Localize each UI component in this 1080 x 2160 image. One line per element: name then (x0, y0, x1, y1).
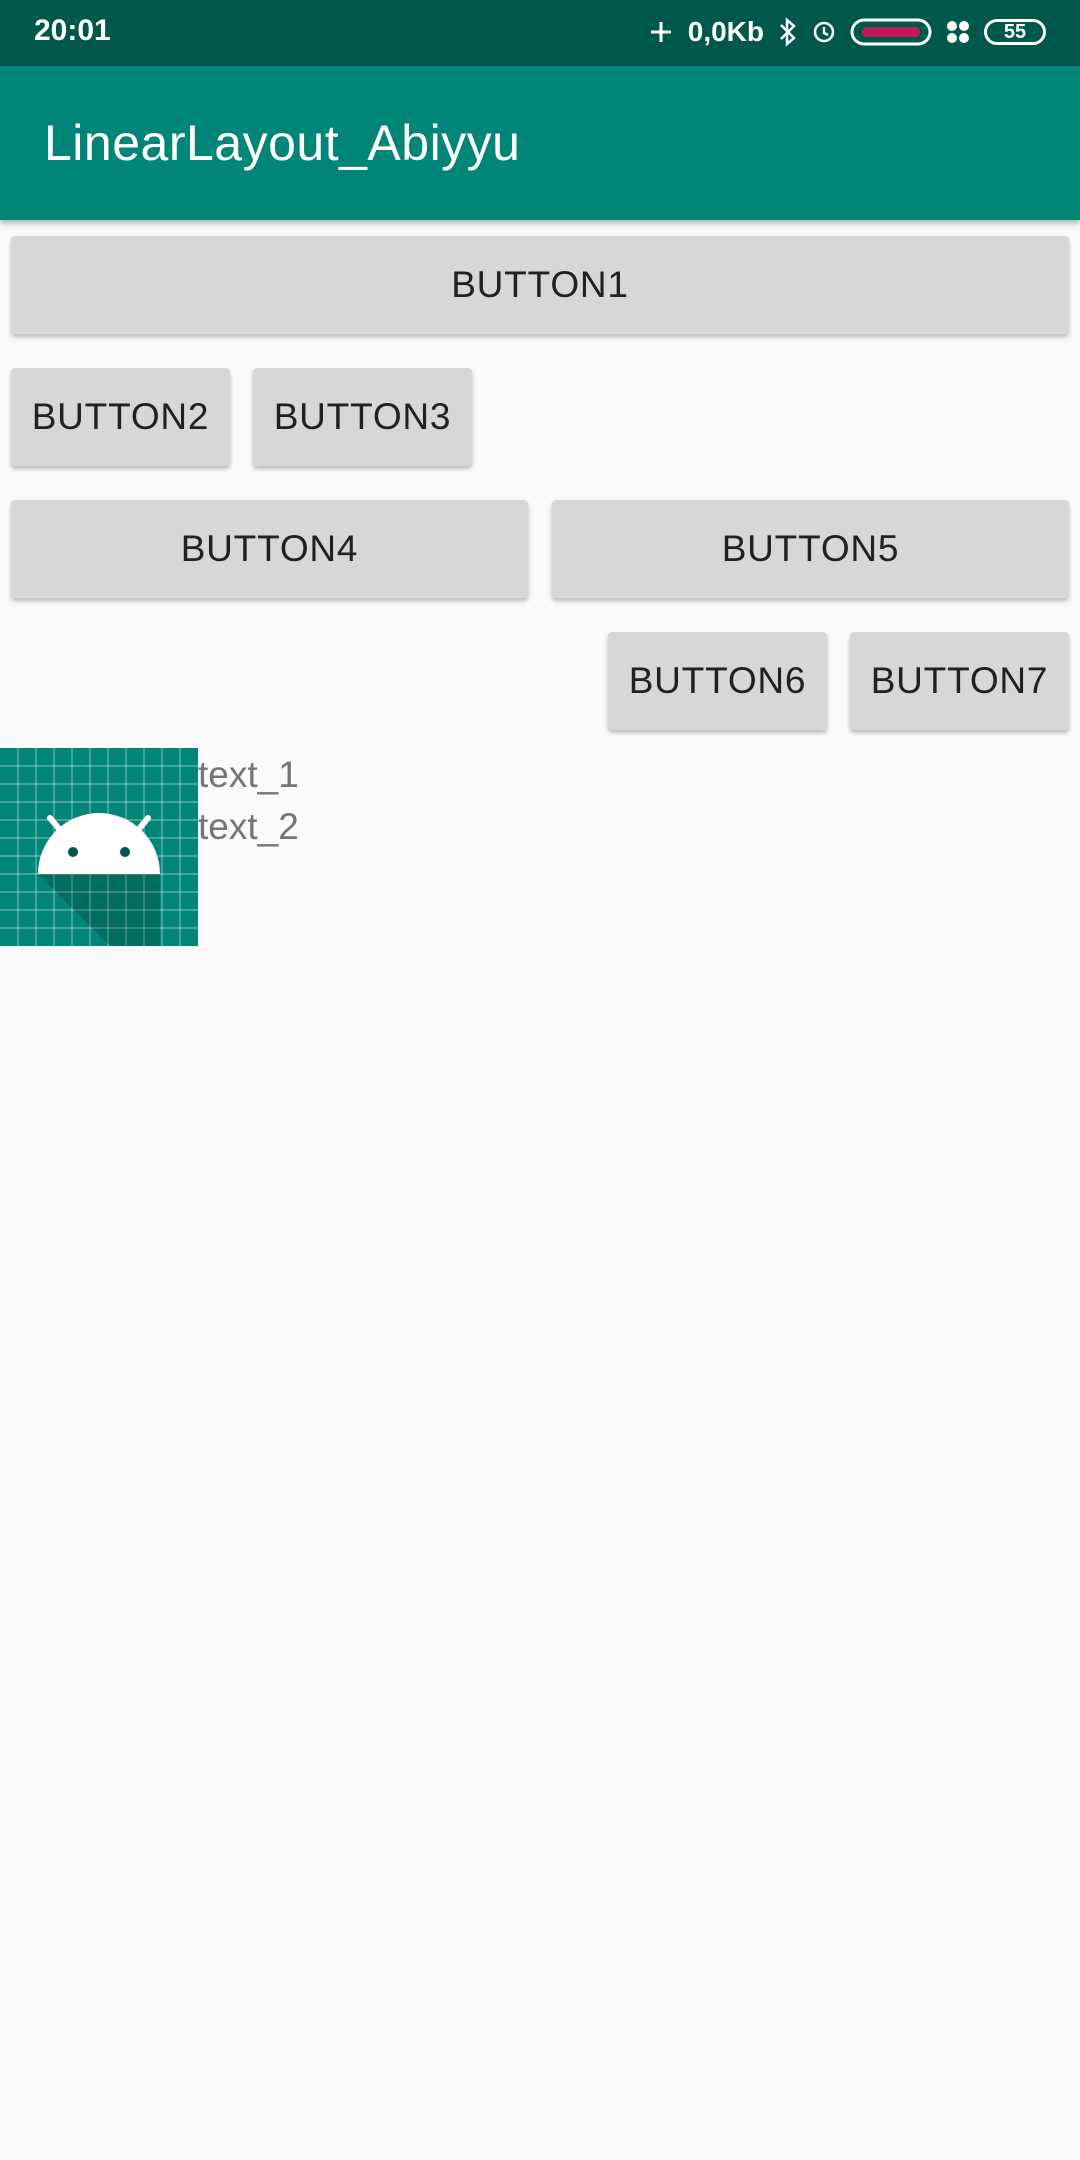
text-2: text_2 (198, 806, 299, 847)
button5[interactable]: BUTTON5 (552, 500, 1069, 598)
button1[interactable]: BUTTON1 (11, 236, 1069, 334)
app-bar: LinearLayout_Abiyyu (0, 66, 1080, 220)
battery-icon: 55 (984, 19, 1046, 45)
button7[interactable]: BUTTON7 (850, 632, 1069, 730)
text-1: text_1 (198, 754, 299, 795)
status-icons: 0,0Kb 55 (648, 12, 1046, 52)
button2[interactable]: BUTTON2 (11, 368, 230, 466)
alarm-icon (812, 20, 836, 44)
pill-icon (850, 18, 932, 46)
button4[interactable]: BUTTON4 (11, 500, 528, 598)
bluetooth-icon (778, 17, 798, 47)
android-launcher-icon (0, 748, 198, 946)
net-speed: 0,0Kb (687, 16, 764, 47)
app-title: LinearLayout_Abiyyu (44, 115, 521, 171)
status-time: 20:01 (34, 14, 111, 47)
button3[interactable]: BUTTON3 (253, 368, 472, 466)
dots-icon (946, 20, 970, 44)
button6[interactable]: BUTTON6 (608, 632, 827, 730)
plus-icon (648, 19, 674, 45)
status-bar: 20:01 0,0Kb 55 (0, 0, 1080, 66)
